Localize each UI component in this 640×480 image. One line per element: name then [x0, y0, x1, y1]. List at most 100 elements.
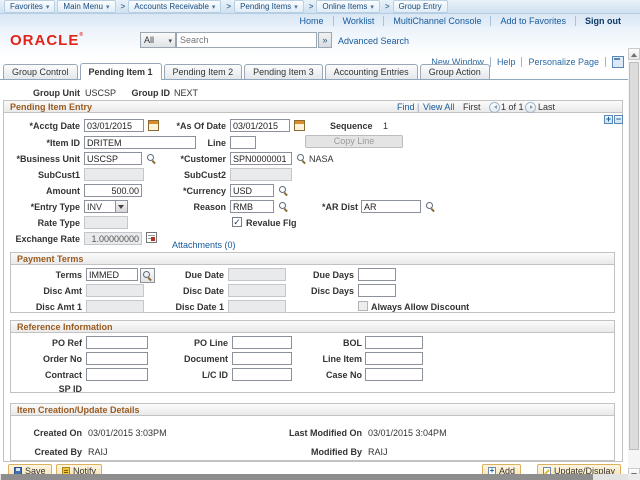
row-position: 1 of 1	[501, 102, 524, 112]
customer-lookup-icon[interactable]	[296, 153, 307, 164]
document-input[interactable]	[232, 352, 292, 365]
customer-input[interactable]	[230, 152, 292, 165]
disc-date-1-label: Disc Date 1	[175, 302, 224, 312]
breadcrumb: Favorites Main Menu > Accounts Receivabl…	[0, 0, 640, 14]
disc-days-input[interactable]	[358, 284, 396, 297]
search-scope-dropdown[interactable]: All	[140, 32, 176, 48]
disc-amt-label: Disc Amt	[43, 286, 82, 296]
breadcrumb-online-items[interactable]: Online Items	[316, 0, 380, 13]
breadcrumb-pending-items[interactable]: Pending Items	[234, 0, 304, 13]
view-all-link[interactable]: View All	[423, 102, 454, 112]
brand-row: ORACLE All Advanced Search	[0, 27, 640, 56]
add-to-favorites-link[interactable]: Add to Favorites	[491, 15, 576, 26]
tab-accounting-entries[interactable]: Accounting Entries	[324, 64, 418, 80]
section-title: Payment Terms	[17, 254, 84, 264]
search-go-button[interactable]	[318, 32, 332, 48]
line-item-input[interactable]	[365, 352, 423, 365]
customer-name-value: NASA	[309, 154, 334, 164]
attachments-link[interactable]: Attachments (0)	[172, 240, 236, 250]
horizontal-scrollbar[interactable]	[0, 474, 628, 480]
customer-label: *Customer	[180, 154, 226, 164]
add-row-button[interactable]: +	[604, 115, 613, 124]
personalize-page-link[interactable]: Personalize Page	[522, 57, 606, 67]
ar-dist-lookup-icon[interactable]	[425, 201, 436, 212]
find-link[interactable]: Find	[397, 102, 415, 112]
help-link[interactable]: Help	[491, 57, 523, 67]
tab-pending-item-1[interactable]: Pending Item 1	[79, 63, 162, 80]
as-of-date-input[interactable]	[230, 119, 290, 132]
business-unit-label: *Business Unit	[16, 154, 80, 164]
lc-id-input[interactable]	[232, 368, 292, 381]
currency-lookup-icon[interactable]	[278, 185, 289, 196]
multichannel-console-link[interactable]: MultiChannel Console	[384, 15, 492, 26]
ar-dist-label: *AR Dist	[321, 202, 358, 212]
search-input[interactable]	[176, 32, 317, 48]
contract-label: Contract	[44, 370, 82, 380]
order-no-input[interactable]	[86, 352, 148, 365]
calendar-icon[interactable]	[294, 120, 305, 131]
created-on-value: 03/01/2015 3:03PM	[88, 428, 167, 438]
vertical-scrollbar-thumb[interactable]	[629, 62, 639, 450]
dropdown-arrow-icon[interactable]	[115, 201, 127, 212]
tab-pending-item-2[interactable]: Pending Item 2	[163, 64, 243, 80]
advanced-search-link[interactable]: Advanced Search	[338, 36, 409, 46]
terms-label: Terms	[55, 270, 82, 280]
payment-terms-header: Payment Terms	[10, 252, 615, 265]
currency-input[interactable]	[230, 184, 274, 197]
revalue-flg-checkbox[interactable]: ✓	[232, 217, 242, 227]
chevron-down-icon	[46, 2, 50, 11]
group-unit-label: Group Unit	[33, 88, 80, 98]
terms-input[interactable]	[86, 268, 138, 281]
disc-date-1-input	[228, 300, 286, 313]
bol-input[interactable]	[365, 336, 423, 349]
tab-group-control[interactable]: Group Control	[3, 64, 78, 80]
reason-input[interactable]	[230, 200, 274, 213]
delete-row-button[interactable]: −	[614, 115, 623, 124]
tab-group-action[interactable]: Group Action	[419, 64, 490, 80]
personalize-layout-icon[interactable]	[612, 56, 624, 68]
due-days-label: Due Days	[312, 270, 354, 280]
breadcrumb-main-menu[interactable]: Main Menu	[57, 0, 116, 13]
vertical-scrollbar[interactable]	[628, 48, 640, 480]
worklist-link[interactable]: Worklist	[334, 15, 385, 26]
due-date-input	[228, 268, 286, 281]
prev-row-icon[interactable]	[489, 102, 500, 113]
exchange-rate-detail-icon[interactable]	[146, 232, 157, 243]
subcust1-label: SubCust1	[37, 170, 80, 180]
scroll-up-icon[interactable]	[628, 48, 640, 60]
always-allow-discount-checkbox	[358, 301, 368, 311]
copy-line-button: Copy Line	[305, 135, 403, 148]
due-days-input[interactable]	[358, 268, 396, 281]
next-row-icon[interactable]	[525, 102, 536, 113]
breadcrumb-group-entry[interactable]: Group Entry	[392, 0, 448, 13]
po-ref-input[interactable]	[86, 336, 148, 349]
chevron-down-icon	[106, 2, 110, 11]
disc-amt-1-input	[86, 300, 144, 313]
first-label: First	[463, 102, 481, 112]
horizontal-scrollbar-thumb[interactable]	[1, 474, 593, 480]
ar-dist-input[interactable]	[361, 200, 421, 213]
sign-out-link[interactable]: Sign out	[576, 16, 630, 26]
disc-date-label: Disc Date	[182, 286, 224, 296]
disc-amt-1-label: Disc Amt 1	[35, 302, 82, 312]
disc-days-label: Disc Days	[310, 286, 354, 296]
section-title: Reference Information	[17, 322, 113, 332]
case-no-label: Case No	[325, 370, 362, 380]
contract-input[interactable]	[86, 368, 148, 381]
amount-label: Amount	[46, 186, 80, 196]
order-no-label: Order No	[42, 354, 82, 364]
entry-type-dropdown[interactable]: INV	[84, 200, 128, 213]
tab-pending-item-3[interactable]: Pending Item 3	[244, 64, 323, 80]
breadcrumb-favorites[interactable]: Favorites	[4, 0, 56, 13]
line-input[interactable]	[230, 136, 256, 149]
po-line-input[interactable]	[232, 336, 292, 349]
line-label: Line	[207, 138, 226, 148]
breadcrumb-separator: >	[384, 2, 390, 11]
breadcrumb-accounts-receivable[interactable]: Accounts Receivable	[128, 0, 222, 13]
created-by-label: Created By	[34, 447, 82, 457]
disc-amt-input	[86, 284, 144, 297]
section-title: Item Creation/Update Details	[17, 405, 140, 415]
home-link[interactable]: Home	[291, 15, 334, 26]
document-label: Document	[183, 354, 228, 364]
case-no-input[interactable]	[365, 368, 423, 381]
